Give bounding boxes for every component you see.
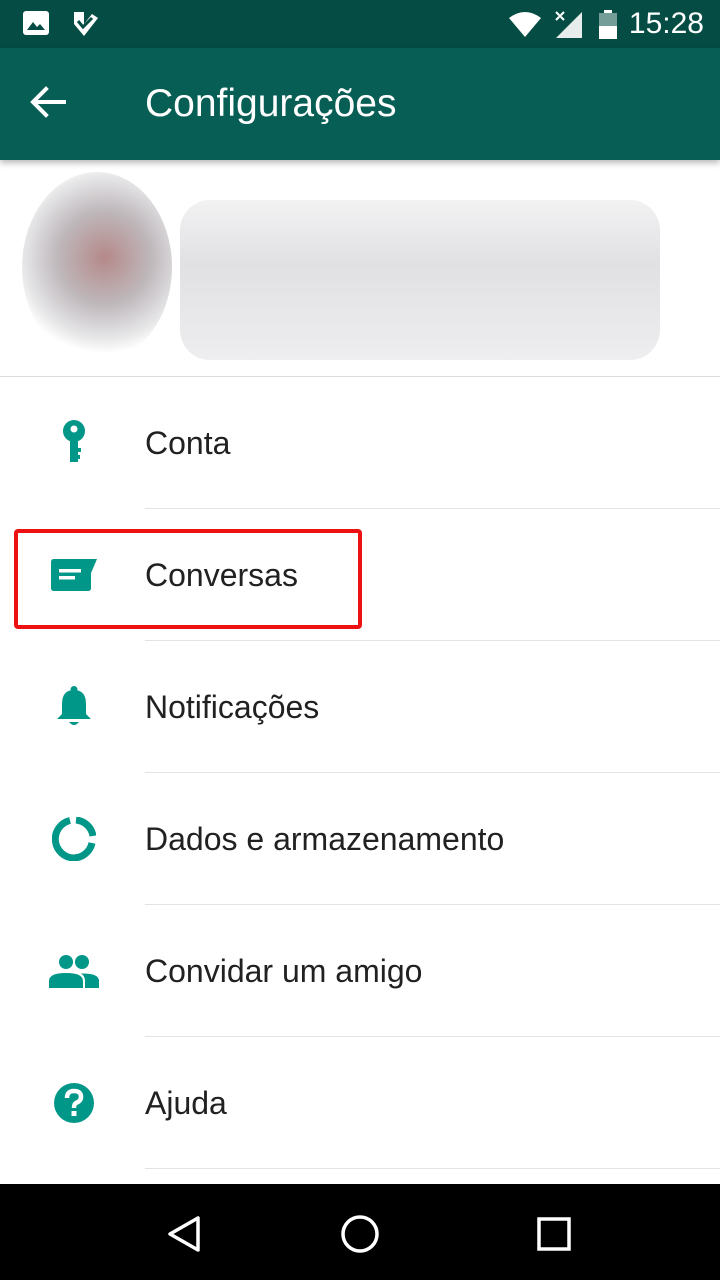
settings-item-dados[interactable]: Dados e armazenamento: [0, 773, 720, 905]
battery-icon: [598, 10, 618, 45]
bell-icon: [44, 683, 104, 731]
avatar[interactable]: [22, 172, 172, 362]
status-bar: 15:28: [0, 0, 720, 48]
profile-section[interactable]: [0, 160, 720, 377]
key-icon: [44, 419, 104, 467]
people-icon: [44, 947, 104, 995]
home-circle-icon: [340, 1214, 380, 1259]
settings-item-convidar[interactable]: Convidar um amigo: [0, 905, 720, 1037]
profile-info-obscured: [180, 200, 660, 360]
navigation-bar: [0, 1184, 720, 1280]
nav-back-button[interactable]: [156, 1208, 212, 1264]
settings-list: Conta Conversas Notificações Dados e arm…: [0, 377, 720, 1169]
settings-item-conta[interactable]: Conta: [0, 377, 720, 509]
nav-recents-button[interactable]: [526, 1208, 582, 1264]
app-bar: Configurações: [0, 48, 720, 160]
settings-item-label: Dados e armazenamento: [145, 821, 505, 857]
settings-item-notificacoes[interactable]: Notificações: [0, 641, 720, 773]
data-usage-icon: [44, 815, 104, 863]
signal-icon: [554, 10, 584, 45]
image-icon: [22, 10, 50, 41]
divider: [145, 1168, 720, 1169]
help-icon: [44, 1079, 104, 1127]
nav-home-button[interactable]: [332, 1208, 388, 1264]
back-button[interactable]: [18, 74, 78, 134]
back-triangle-icon: [167, 1215, 201, 1258]
highlight-annotation: [14, 529, 362, 629]
recents-square-icon: [537, 1216, 571, 1256]
check-app-icon: [72, 10, 100, 43]
page-title: Configurações: [145, 82, 397, 125]
settings-item-label: Conta: [145, 425, 231, 461]
settings-item-label: Convidar um amigo: [145, 953, 423, 989]
wifi-icon: [508, 10, 542, 43]
settings-item-ajuda[interactable]: Ajuda: [0, 1037, 720, 1169]
settings-item-label: Notificações: [145, 689, 320, 725]
settings-item-label: Ajuda: [145, 1085, 227, 1121]
status-time: 15:28: [628, 7, 704, 40]
arrow-back-icon: [30, 85, 66, 123]
